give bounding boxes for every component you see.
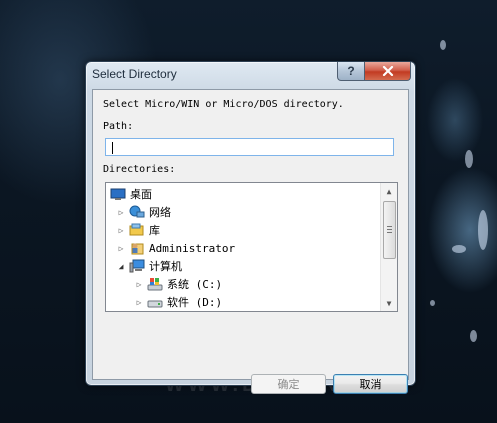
text-caret (112, 142, 113, 154)
wallpaper-splash (452, 245, 466, 253)
ok-button[interactable]: 确定 (251, 374, 326, 394)
wallpaper-splash (465, 150, 473, 168)
tree-item-computer[interactable]: ◢ 计算机 (116, 257, 182, 275)
expand-arrow-icon[interactable]: ▷ (134, 280, 144, 289)
tree-item-label: 计算机 (149, 260, 182, 273)
cancel-button[interactable]: 取消 (333, 374, 408, 394)
grip-line (387, 232, 392, 233)
library-icon (129, 223, 145, 237)
scroll-up-icon[interactable]: ▲ (381, 183, 397, 199)
tree-item-label: 系统 (C:) (167, 278, 223, 291)
drive-icon (147, 295, 163, 309)
path-input[interactable] (105, 138, 394, 156)
computer-icon (129, 259, 145, 273)
directory-tree[interactable]: 桌面 ▷ 网络 ▷ 库 ▷ Administrator ◢ 计算机 ▷ 系统 (… (105, 182, 398, 312)
tree-item-drive-d[interactable]: ▷ 软件 (D:) (134, 293, 223, 311)
network-icon (129, 205, 145, 219)
wallpaper-splash (478, 210, 488, 250)
help-button[interactable]: ? (337, 62, 365, 81)
tree-item-label: 网络 (149, 206, 171, 219)
close-icon (382, 66, 393, 76)
tree-item-administrator[interactable]: ▷ Administrator (116, 239, 235, 257)
close-button[interactable] (364, 62, 411, 81)
tree-item-network[interactable]: ▷ 网络 (116, 203, 171, 221)
tree-item-label: 库 (149, 224, 160, 237)
user-folder-icon (129, 241, 145, 255)
wallpaper-splash (430, 300, 435, 306)
tree-scrollbar[interactable]: ▲ ▼ (380, 183, 397, 311)
scroll-thumb[interactable] (383, 201, 396, 259)
wallpaper-splash (440, 40, 446, 50)
wallpaper-splash (470, 330, 477, 342)
system-drive-icon (147, 277, 163, 291)
expand-arrow-icon[interactable]: ▷ (134, 298, 144, 307)
directories-label: Directories: (103, 164, 176, 175)
select-directory-dialog: Select Directory ? Select Micro/WIN or M… (85, 61, 416, 394)
tree-item-label: 桌面 (130, 188, 152, 201)
grip-line (387, 226, 392, 227)
path-label: Path: (103, 121, 134, 132)
collapse-arrow-icon[interactable]: ◢ (116, 262, 126, 271)
dialog-titlebar[interactable]: Select Directory ? (86, 62, 415, 88)
expand-arrow-icon[interactable]: ▷ (116, 244, 126, 253)
tree-item-drive-c[interactable]: ▷ 系统 (C:) (134, 275, 222, 293)
tree-item-library[interactable]: ▷ 库 (116, 221, 160, 239)
tree-item-label: Administrator (149, 241, 236, 255)
scroll-down-icon[interactable]: ▼ (381, 295, 397, 311)
expand-arrow-icon[interactable]: ▷ (116, 226, 126, 235)
desktop-icon (110, 187, 126, 201)
dialog-title: Select Directory (92, 67, 177, 81)
dialog-body: Select Micro/WIN or Micro/DOS directory.… (92, 89, 409, 394)
expand-arrow-icon[interactable]: ▷ (116, 208, 126, 217)
tree-item-desktop[interactable]: 桌面 (110, 185, 152, 203)
grip-line (387, 229, 392, 230)
instruction-text: Select Micro/WIN or Micro/DOS directory. (103, 99, 344, 110)
tree-item-label: 软件 (D:) (167, 296, 223, 309)
